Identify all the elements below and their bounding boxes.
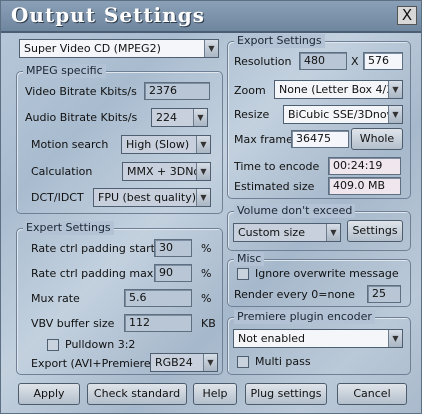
resolution-x-label: X — [351, 55, 359, 68]
padding-start-input[interactable]: 30 — [154, 239, 192, 257]
pulldown-label: Pulldown 3:2 — [65, 338, 136, 351]
ignore-overwrite-label: Ignore overwrite message — [255, 267, 399, 280]
motion-search-label: Motion search — [31, 138, 109, 151]
premiere-legend: Premiere plugin encoder — [234, 310, 375, 324]
motion-search-select[interactable]: High (Slow) ▼ — [121, 135, 211, 154]
audio-bitrate-label: Audio Bitrate Kbits/s — [25, 111, 138, 124]
output-settings-dialog: Output Settings X Super Video CD (MPEG2)… — [0, 0, 422, 414]
video-bitrate-label: Video Bitrate Kbits/s — [25, 85, 137, 98]
resolution-height-input[interactable]: 576 — [363, 52, 403, 70]
dct-label: DCT/IDCT — [31, 191, 84, 204]
window-title: Output Settings — [11, 3, 205, 27]
title-bar[interactable]: Output Settings X — [1, 1, 421, 33]
padding-max-input[interactable]: 90 — [154, 264, 192, 282]
padding-start-label: Rate ctrl padding start — [31, 242, 155, 255]
mux-rate-label: Mux rate — [31, 292, 80, 305]
multi-pass-label: Multi pass — [255, 355, 311, 368]
chevron-down-icon: ▼ — [326, 224, 340, 241]
output-format-select[interactable]: Super Video CD (MPEG2) ▼ — [19, 39, 219, 58]
render-every-label: Render every 0=none — [234, 288, 355, 301]
export-settings-legend: Export Settings — [234, 34, 325, 48]
chevron-down-icon: ▼ — [196, 189, 210, 206]
chevron-down-icon: ▼ — [388, 330, 402, 347]
misc-legend: Misc — [234, 252, 265, 266]
volume-legend: Volume don't exceed — [234, 204, 356, 218]
padding-max-unit: % — [201, 267, 212, 280]
vbv-buffer-label: VBV buffer size — [31, 317, 115, 330]
resolution-width-input[interactable]: 480 — [299, 52, 347, 70]
chevron-down-icon: ▼ — [388, 106, 402, 123]
zoom-value: None (Letter Box 4/3) — [279, 83, 398, 96]
motion-search-value: High (Slow) — [126, 138, 190, 151]
volume-size-value: Custom size — [238, 226, 305, 239]
zoom-select[interactable]: None (Letter Box 4/3) ▼ — [274, 80, 403, 99]
time-to-encode-value: 00:24:19 — [328, 157, 401, 175]
dct-value: FPU (best quality) — [98, 191, 197, 204]
calculation-label: Calculation — [31, 165, 93, 178]
chevron-down-icon: ▼ — [193, 109, 207, 126]
resize-select[interactable]: BiCubic SSE/3Dnow ▼ — [283, 105, 403, 124]
apply-button[interactable]: Apply — [18, 383, 80, 405]
premiere-encoder-value: Not enabled — [238, 332, 306, 345]
render-every-input[interactable]: 25 — [367, 285, 401, 303]
export-format-label: Export (AVI+Premiere) — [31, 357, 155, 370]
volume-size-select[interactable]: Custom size ▼ — [233, 223, 341, 242]
resize-value: BiCubic SSE/3Dnow — [288, 108, 396, 121]
plug-settings-button[interactable]: Plug settings — [245, 383, 327, 405]
mux-rate-unit: % — [201, 292, 212, 305]
max-frame-input[interactable]: 36475 — [291, 130, 349, 148]
mpeg-specific-legend: MPEG specific — [23, 64, 106, 78]
padding-max-label: Rate ctrl padding max — [31, 267, 154, 280]
chevron-down-icon: ▼ — [204, 40, 218, 57]
help-button[interactable]: Help — [193, 383, 237, 405]
close-button[interactable]: X — [397, 6, 417, 25]
output-format-value: Super Video CD (MPEG2) — [24, 42, 161, 55]
time-to-encode-label: Time to encode — [234, 160, 320, 173]
premiere-encoder-select[interactable]: Not enabled ▼ — [233, 329, 403, 348]
chevron-down-icon: ▼ — [196, 136, 210, 153]
vbv-buffer-unit: KB — [201, 317, 216, 330]
chevron-down-icon: ▼ — [203, 354, 217, 371]
padding-start-unit: % — [201, 242, 212, 255]
expert-settings-legend: Expert Settings — [23, 221, 114, 235]
volume-settings-button[interactable]: Settings — [347, 220, 403, 242]
check-standard-button[interactable]: Check standard — [87, 383, 187, 405]
export-format-select[interactable]: RGB24 ▼ — [150, 353, 218, 372]
audio-bitrate-value: 224 — [156, 111, 177, 124]
estimated-size-label: Estimated size — [234, 180, 315, 193]
estimated-size-value: 409.0 MB — [328, 177, 401, 195]
mux-rate-input[interactable]: 5.6 — [124, 289, 192, 307]
chevron-down-icon: ▼ — [388, 81, 402, 98]
vbv-buffer-input[interactable]: 112 — [124, 314, 192, 332]
multi-pass-checkbox[interactable] — [237, 356, 249, 368]
whole-button[interactable]: Whole — [351, 128, 403, 150]
resolution-label: Resolution — [234, 55, 292, 68]
ignore-overwrite-checkbox[interactable] — [237, 268, 249, 280]
max-frame-label: Max frame — [234, 133, 293, 146]
dct-select[interactable]: FPU (best quality) ▼ — [93, 188, 211, 207]
pulldown-checkbox[interactable] — [47, 339, 59, 351]
resize-label: Resize — [234, 108, 270, 121]
export-format-value: RGB24 — [155, 356, 193, 369]
chevron-down-icon: ▼ — [196, 163, 210, 180]
zoom-label: Zoom — [234, 84, 266, 97]
video-bitrate-input[interactable]: 2376 — [144, 82, 210, 100]
cancel-button[interactable]: Cancel — [337, 383, 407, 405]
audio-bitrate-select[interactable]: 224 ▼ — [151, 108, 208, 127]
calculation-select[interactable]: MMX + 3DNow ▼ — [122, 162, 211, 181]
